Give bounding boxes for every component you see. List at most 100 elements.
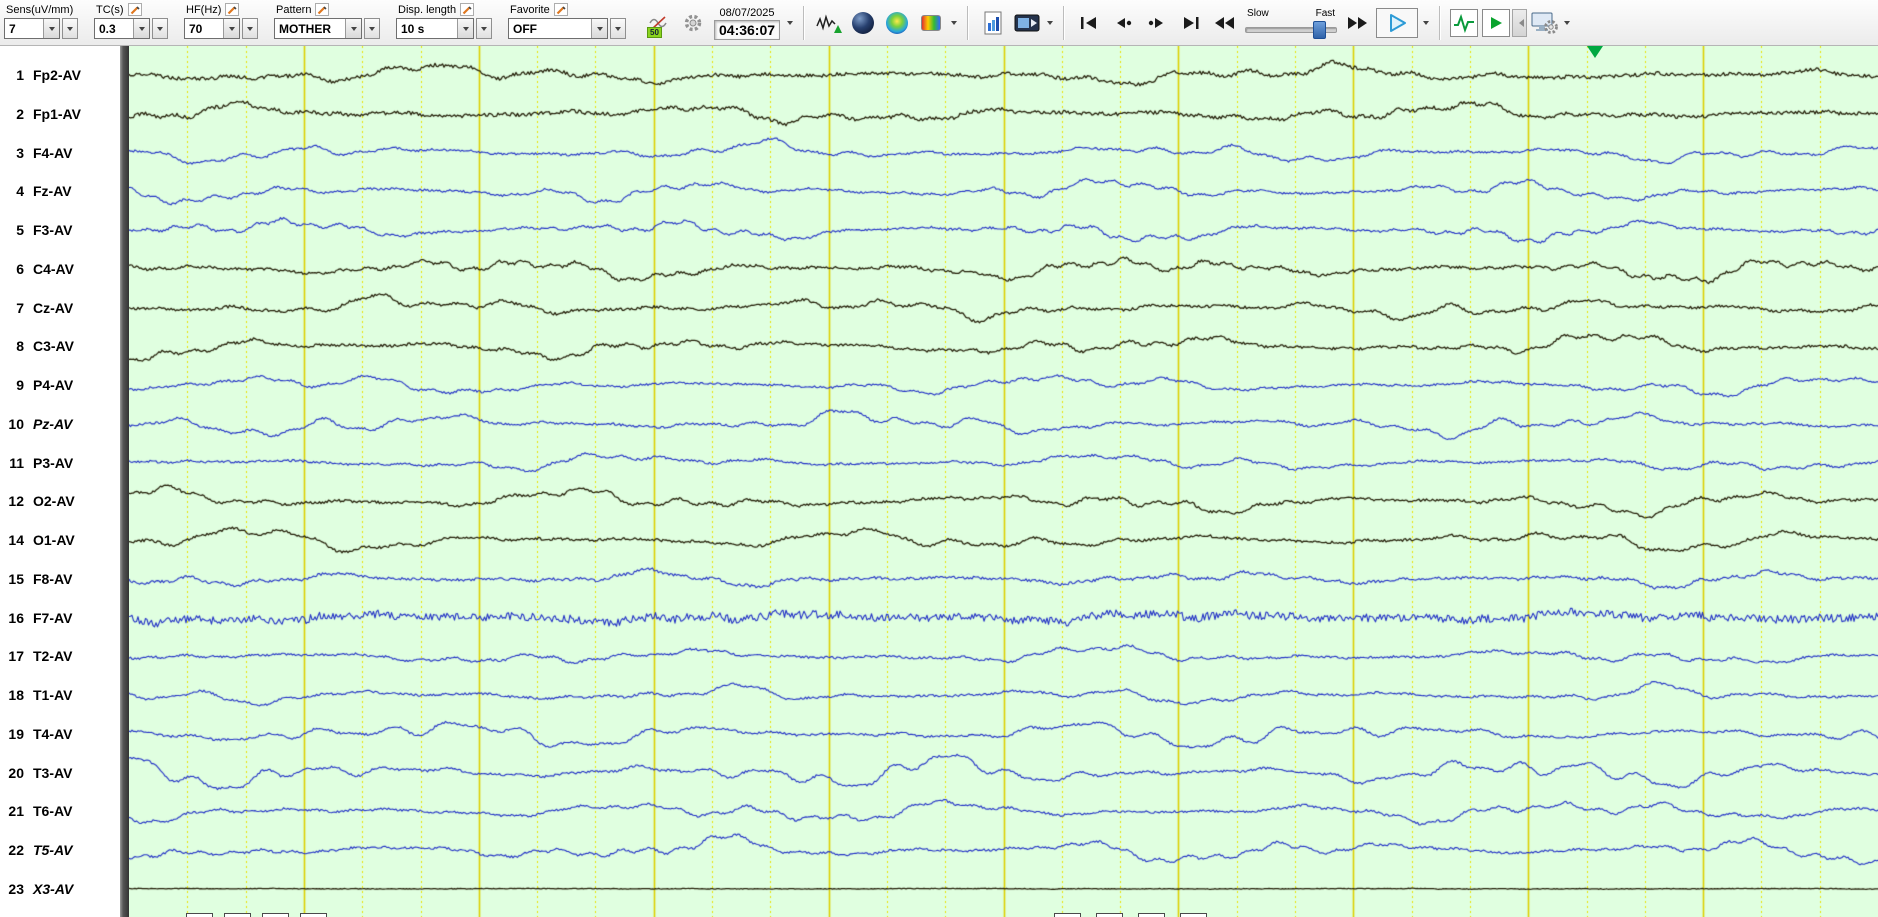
sens-combobox[interactable]: 7 (4, 17, 60, 39)
channel-row-F4-AV[interactable]: 3 F4-AV (0, 144, 120, 162)
channel-row-Fp2-AV[interactable]: 1 Fp2-AV (0, 66, 120, 84)
speed-slider-thumb[interactable] (1312, 20, 1326, 39)
displen-combobox[interactable]: 10 s (396, 17, 474, 39)
rewind-button[interactable] (1208, 5, 1242, 41)
datetime-dropdown-arrow[interactable] (784, 7, 796, 39)
channel-row-Fp1-AV[interactable]: 2 Fp1-AV (0, 105, 120, 123)
channel-scroll-strip[interactable] (120, 46, 129, 917)
event-marker-box[interactable] (1054, 913, 1081, 917)
channel-label: F4-AV (33, 144, 73, 161)
channel-row-F3-AV[interactable]: 5 F3-AV (0, 221, 120, 239)
settings-gear-icon[interactable] (676, 5, 710, 41)
channel-label: T4-AV (33, 725, 73, 742)
fast-forward-button[interactable] (1340, 5, 1374, 41)
channel-row-Cz-AV[interactable]: 7 Cz-AV (0, 299, 120, 317)
tc-combobox[interactable]: 0.3 (94, 17, 150, 39)
channel-row-C4-AV[interactable]: 6 C4-AV (0, 260, 120, 278)
channel-row-O2-AV[interactable]: 12 O2-AV (0, 492, 120, 510)
event-marker-box[interactable] (186, 913, 213, 917)
combo-arrow-icon (133, 18, 149, 38)
position-marker[interactable] (1586, 46, 1603, 58)
toolbar-separator (1439, 5, 1442, 40)
channel-number: 14 (8, 532, 24, 548)
play-button[interactable] (1376, 7, 1419, 38)
date-label: 08/07/2025 (719, 6, 775, 19)
channel-row-C3-AV[interactable]: 8 C3-AV (0, 337, 120, 355)
channel-row-T4-AV[interactable]: 19 T4-AV (0, 725, 120, 743)
favorite-edit-icon[interactable] (553, 3, 568, 16)
channel-row-T3-AV[interactable]: 20 T3-AV (0, 764, 120, 782)
channel-label: T6-AV (33, 803, 73, 820)
channel-row-O1-AV[interactable]: 14 O1-AV (0, 531, 120, 549)
head-map-color-sphere (886, 11, 909, 34)
notch-filter-icon[interactable]: 50 (642, 5, 676, 41)
last-page-button[interactable] (1174, 5, 1208, 41)
tc-extra-dropdown[interactable] (152, 17, 168, 39)
displen-edit-icon[interactable] (460, 3, 475, 16)
eeg-trace-canvas[interactable] (129, 46, 1878, 917)
eeg-display-area: 1 Fp2-AV 2 Fp1-AV 3 F4-AV 4 Fz-AV 5 F3-AV 6 C4-AV 7 C… (0, 46, 1878, 917)
event-marker-box[interactable] (300, 913, 327, 917)
media-player-icon[interactable] (1010, 5, 1044, 41)
channel-number: 8 (16, 338, 24, 355)
channel-row-X3-AV[interactable]: 23 X3-AV (0, 880, 120, 898)
channel-row-Fz-AV[interactable]: 4 Fz-AV (0, 182, 120, 200)
channel-row-P4-AV[interactable]: 9 P4-AV (0, 376, 120, 394)
tc-label: TC(s) (96, 3, 124, 16)
hf-edit-icon[interactable] (225, 3, 240, 16)
notch-badge: 50 (647, 26, 662, 38)
channel-label: O1-AV (33, 532, 75, 548)
hf-extra-dropdown[interactable] (242, 17, 258, 39)
collapse-button[interactable] (1512, 8, 1528, 37)
event-marker-box[interactable] (1096, 913, 1123, 917)
event-marker-box[interactable] (1138, 913, 1165, 917)
monitor-dropdown-arrow[interactable] (1561, 7, 1573, 39)
head-map-color-icon[interactable] (880, 5, 914, 41)
combo-arrow-icon (43, 18, 59, 38)
channel-row-T1-AV[interactable]: 18 T1-AV (0, 686, 120, 704)
favorite-combobox[interactable]: OFF (508, 17, 608, 39)
head-map-dark-sphere (852, 11, 875, 34)
event-marker-box[interactable] (1180, 913, 1207, 917)
brain-logo-icon[interactable] (914, 5, 948, 41)
channel-label: T1-AV (33, 687, 73, 703)
waveform-arrow-icon[interactable] (812, 5, 846, 41)
channel-row-Pz-AV[interactable]: 10 Pz-AV (0, 415, 120, 433)
channel-row-F7-AV[interactable]: 16 F7-AV (0, 609, 120, 627)
channel-number: 20 (8, 764, 24, 781)
channel-row-T5-AV[interactable]: 22 T5-AV (0, 841, 120, 859)
step-forward-button[interactable] (1140, 5, 1174, 41)
tc-edit-icon[interactable] (127, 3, 142, 16)
channel-row-T2-AV[interactable]: 17 T2-AV (0, 647, 120, 665)
channel-number: 22 (8, 842, 24, 858)
brain-logo-dropdown-arrow[interactable] (948, 7, 960, 39)
media-dropdown-arrow[interactable] (1044, 7, 1056, 39)
toolbar-separator (803, 5, 806, 40)
channel-row-F8-AV[interactable]: 15 F8-AV (0, 570, 120, 588)
first-page-button[interactable] (1072, 5, 1106, 41)
hf-combobox[interactable]: 70 (184, 17, 240, 39)
step-back-button[interactable] (1106, 5, 1140, 41)
green-play-icon[interactable] (1482, 8, 1511, 37)
event-marker-box[interactable] (224, 913, 251, 917)
channel-row-T6-AV[interactable]: 21 T6-AV (0, 802, 120, 820)
channel-number: 9 (16, 377, 24, 393)
play-dropdown-arrow[interactable] (1420, 7, 1432, 39)
displen-extra-dropdown[interactable] (476, 17, 492, 39)
monitor-settings-icon[interactable] (1527, 5, 1561, 41)
pattern-combobox[interactable]: MOTHER (274, 17, 362, 39)
datetime-display: 08/07/2025 04:36:07 (714, 6, 781, 40)
head-map-dark-icon[interactable] (846, 5, 880, 41)
sens-extra-dropdown[interactable] (62, 17, 78, 39)
wave-review-icon[interactable] (1450, 8, 1479, 37)
pattern-edit-icon[interactable] (315, 3, 330, 16)
channel-number: 7 (16, 299, 24, 316)
control-sens: Sens(uV/mm) 7 (4, 2, 78, 39)
channel-row-P3-AV[interactable]: 11 P3-AV (0, 454, 120, 472)
report-icon[interactable] (976, 5, 1010, 41)
speed-slider[interactable]: Slow Fast (1245, 8, 1338, 39)
displen-label: Disp. length (398, 3, 457, 16)
pattern-extra-dropdown[interactable] (364, 17, 380, 39)
event-marker-box[interactable] (262, 913, 289, 917)
favorite-extra-dropdown[interactable] (610, 17, 626, 39)
